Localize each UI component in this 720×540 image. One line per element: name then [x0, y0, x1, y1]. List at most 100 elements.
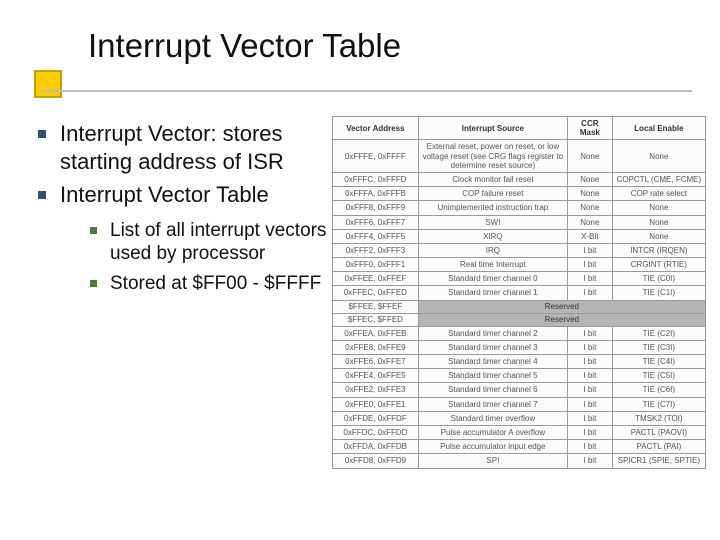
- cell-ccr-mask: I bit: [567, 272, 612, 286]
- cell-vector-address: 0xFFE0, 0xFFE1: [333, 397, 419, 411]
- bullet-2b: Stored at $FF00 - $FFFF: [88, 272, 330, 296]
- table-row: 0xFFE2, 0xFFE3Standard timer channel 6I …: [333, 383, 706, 397]
- cell-vector-address: 0xFFF8, 0xFFF9: [333, 201, 419, 215]
- cell-ccr-mask: I bit: [567, 258, 612, 272]
- slide: Interrupt Vector Table Interrupt Vector:…: [0, 0, 720, 540]
- cell-ccr-mask: I bit: [567, 397, 612, 411]
- cell-interrupt-source: Pulse accumulator input edge: [418, 440, 567, 454]
- cell-local-enable: TIE (C4I): [612, 355, 705, 369]
- table-row: 0xFFDC, 0xFFDDPulse accumulator A overfl…: [333, 425, 706, 439]
- cell-local-enable: TIE (C2I): [612, 326, 705, 340]
- cell-ccr-mask: I bit: [567, 243, 612, 257]
- cell-local-enable: TIE (C0I): [612, 272, 705, 286]
- cell-vector-address: 0xFFDC, 0xFFDD: [333, 425, 419, 439]
- cell-vector-address: 0xFFFA, 0xFFFB: [333, 187, 419, 201]
- cell-local-enable: TIE (C5I): [612, 369, 705, 383]
- cell-ccr-mask: I bit: [567, 411, 612, 425]
- cell-interrupt-source: Unimplemented instruction trap: [418, 201, 567, 215]
- cell-interrupt-source: Standard timer channel 1: [418, 286, 567, 300]
- cell-vector-address: 0xFFEE, 0xFFEF: [333, 272, 419, 286]
- cell-interrupt-source: Standard timer channel 3: [418, 340, 567, 354]
- cell-interrupt-source: Real time Interrupt: [418, 258, 567, 272]
- cell-reserved: Reserved: [418, 300, 705, 313]
- title-decoration-square-icon: [34, 70, 62, 98]
- bullet-2a: List of all interrupt vectors used by pr…: [88, 219, 330, 267]
- cell-vector-address: 0xFFDE, 0xFFDF: [333, 411, 419, 425]
- cell-vector-address: 0xFFFC, 0xFFFD: [333, 172, 419, 186]
- cell-local-enable: SPICR1 (SPIE, SPTIE): [612, 454, 705, 468]
- cell-ccr-mask: I bit: [567, 425, 612, 439]
- bullet-2-label: Interrupt Vector Table: [60, 182, 269, 207]
- table-body: 0xFFFE, 0xFFFFExternal reset, power on r…: [333, 140, 706, 468]
- table-row: 0xFFF0, 0xFFF1Real time InterruptI bitCR…: [333, 258, 706, 272]
- cell-vector-address: 0xFFE4, 0xFFE5: [333, 369, 419, 383]
- table-row: 0xFFFC, 0xFFFDClock monitor fail resetNo…: [333, 172, 706, 186]
- cell-local-enable: TIE (C7I): [612, 397, 705, 411]
- table-row: 0xFFEE, 0xFFEFStandard timer channel 0I …: [333, 272, 706, 286]
- table-row: 0xFFF2, 0xFFF3IRQI bitINTCR (IRQEN): [333, 243, 706, 257]
- slide-title: Interrupt Vector Table: [88, 28, 694, 64]
- cell-local-enable: TMSK2 (TOI): [612, 411, 705, 425]
- body-text: Interrupt Vector: stores starting addres…: [34, 120, 330, 302]
- cell-ccr-mask: I bit: [567, 369, 612, 383]
- cell-local-enable: None: [612, 201, 705, 215]
- bullet-1: Interrupt Vector: stores starting addres…: [34, 120, 330, 175]
- cell-ccr-mask: I bit: [567, 286, 612, 300]
- cell-interrupt-source: COP failure reset: [418, 187, 567, 201]
- cell-interrupt-source: Standard timer channel 4: [418, 355, 567, 369]
- cell-local-enable: COPCTL (CME, FCME): [612, 172, 705, 186]
- cell-interrupt-source: Clock monitor fail reset: [418, 172, 567, 186]
- table-row: 0xFFDE, 0xFFDFStandard timer overflowI b…: [333, 411, 706, 425]
- cell-ccr-mask: None: [567, 201, 612, 215]
- title-block: Interrupt Vector Table: [34, 24, 694, 64]
- cell-ccr-mask: I bit: [567, 440, 612, 454]
- table-row: 0xFFE4, 0xFFE5Standard timer channel 5I …: [333, 369, 706, 383]
- cell-vector-address: $FFEE, $FFEF: [333, 300, 419, 313]
- cell-vector-address: 0xFFE8, 0xFFE9: [333, 340, 419, 354]
- table-row: $FFEE, $FFEFReserved: [333, 300, 706, 313]
- cell-ccr-mask: None: [567, 172, 612, 186]
- cell-interrupt-source: XIRQ: [418, 229, 567, 243]
- cell-reserved: Reserved: [418, 313, 705, 326]
- cell-ccr-mask: I bit: [567, 383, 612, 397]
- cell-vector-address: $FFEC, $FFED: [333, 313, 419, 326]
- th-ccr-mask: CCR Mask: [567, 117, 612, 140]
- cell-ccr-mask: None: [567, 187, 612, 201]
- cell-interrupt-source: Standard timer channel 0: [418, 272, 567, 286]
- th-vector-address: Vector Address: [333, 117, 419, 140]
- cell-ccr-mask: I bit: [567, 326, 612, 340]
- table-row: 0xFFFE, 0xFFFFExternal reset, power on r…: [333, 140, 706, 173]
- cell-local-enable: TIE (C6I): [612, 383, 705, 397]
- cell-local-enable: PACTL (PAOVI): [612, 425, 705, 439]
- table-row: 0xFFF4, 0xFFF5XIRQX-BitNone: [333, 229, 706, 243]
- table-row: 0xFFEC, 0xFFEDStandard timer channel 1I …: [333, 286, 706, 300]
- cell-interrupt-source: Standard timer channel 5: [418, 369, 567, 383]
- cell-vector-address: 0xFFE2, 0xFFE3: [333, 383, 419, 397]
- title-underline: [42, 90, 692, 92]
- table-row: 0xFFFA, 0xFFFBCOP failure resetNoneCOP r…: [333, 187, 706, 201]
- table-row: 0xFFF6, 0xFFF7SWINoneNone: [333, 215, 706, 229]
- cell-interrupt-source: IRQ: [418, 243, 567, 257]
- cell-local-enable: TIE (C1I): [612, 286, 705, 300]
- table-row: 0xFFF8, 0xFFF9Unimplemented instruction …: [333, 201, 706, 215]
- cell-ccr-mask: I bit: [567, 340, 612, 354]
- cell-interrupt-source: Standard timer channel 7: [418, 397, 567, 411]
- cell-vector-address: 0xFFD8, 0xFFD9: [333, 454, 419, 468]
- table-row: 0xFFDA, 0xFFDBPulse accumulator input ed…: [333, 440, 706, 454]
- table-row: 0xFFE6, 0xFFE7Standard timer channel 4I …: [333, 355, 706, 369]
- cell-vector-address: 0xFFF2, 0xFFF3: [333, 243, 419, 257]
- table-row: 0xFFE0, 0xFFE1Standard timer channel 7I …: [333, 397, 706, 411]
- cell-local-enable: None: [612, 140, 705, 173]
- th-interrupt-source: Interrupt Source: [418, 117, 567, 140]
- cell-interrupt-source: Pulse accumulator A overflow: [418, 425, 567, 439]
- table-row: 0xFFEA, 0xFFEBStandard timer channel 2I …: [333, 326, 706, 340]
- cell-interrupt-source: Standard timer channel 6: [418, 383, 567, 397]
- cell-vector-address: 0xFFF4, 0xFFF5: [333, 229, 419, 243]
- cell-local-enable: CRGINT (RTIE): [612, 258, 705, 272]
- cell-vector-address: 0xFFF6, 0xFFF7: [333, 215, 419, 229]
- cell-interrupt-source: SPI: [418, 454, 567, 468]
- bullet-list-level2: List of all interrupt vectors used by pr…: [88, 219, 330, 296]
- cell-interrupt-source: SWI: [418, 215, 567, 229]
- cell-local-enable: None: [612, 215, 705, 229]
- cell-local-enable: COP rate select: [612, 187, 705, 201]
